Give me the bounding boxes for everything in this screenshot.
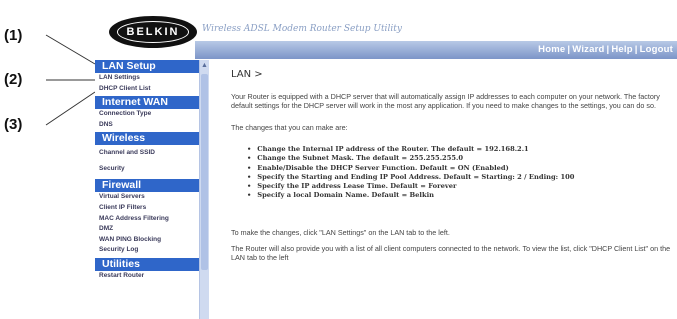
breadcrumb: LAN >: [231, 69, 263, 80]
changes-heading: The changes that you can make are:: [231, 123, 348, 132]
sidebar-item-dns[interactable]: DNS: [95, 120, 199, 131]
sidebar-item-dmz[interactable]: DMZ: [95, 224, 199, 235]
section-wireless[interactable]: Wireless: [95, 132, 199, 146]
top-nav: Home | Wizard | Help | Logout: [195, 41, 677, 59]
nav-logout[interactable]: Logout: [640, 44, 673, 55]
leader-line-1: [45, 34, 96, 65]
sidebar-item-virtual-servers[interactable]: Virtual Servers: [95, 192, 199, 203]
scroll-thumb[interactable]: [201, 74, 208, 270]
section-internet-wan[interactable]: Internet WAN: [95, 96, 199, 110]
section-utilities[interactable]: Utilities: [95, 257, 199, 271]
list-item: Change the Subnet Mask. The default = 25…: [247, 154, 677, 163]
client-list-text: The Router will also provide you with a …: [231, 243, 671, 253]
nav-wizard[interactable]: Wizard: [572, 44, 604, 55]
logo-text: BELKIN: [116, 21, 190, 43]
nav-home[interactable]: Home: [538, 44, 565, 55]
scroll-up-icon[interactable]: ▲: [200, 61, 209, 71]
sidebar-item-client-ip-filters[interactable]: Client IP Filters: [95, 203, 199, 214]
make-changes-text: To make the changes, click "LAN Settings…: [231, 227, 450, 237]
main-content: LAN > Your Router is equipped with a DHC…: [219, 62, 677, 319]
intro-text: Your Router is equipped with a DHCP serv…: [231, 92, 660, 110]
sidebar-item-lan-settings[interactable]: LAN Settings: [95, 73, 199, 84]
section-firewall[interactable]: Firewall: [95, 179, 199, 193]
client-list-text-cont: LAN tab to the left: [231, 252, 289, 262]
changes-list: Change the Internal IP address of the Ro…: [247, 145, 677, 201]
belkin-logo: BELKIN: [109, 16, 197, 48]
sidebar-item-restart-router[interactable]: Restart Router: [95, 271, 199, 282]
list-item: Specify a local Domain Name. Default = B…: [247, 191, 677, 200]
sidebar-scrollbar[interactable]: ▲: [199, 60, 209, 319]
sidebar: LAN Setup LAN Settings DHCP Client List …: [95, 60, 199, 319]
sidebar-item-security-log[interactable]: Security Log: [95, 245, 199, 256]
list-item: Enable/Disable the DHCP Server Function.…: [247, 164, 677, 173]
nav-help[interactable]: Help: [611, 44, 632, 55]
utility-title: Wireless ADSL Modem Router Setup Utility: [202, 24, 402, 34]
sidebar-item-mac-filtering[interactable]: MAC Address Filtering: [95, 214, 199, 225]
list-item: Specify the IP address Lease Time. Defau…: [247, 182, 677, 191]
router-setup-window: BELKIN Wireless ADSL Modem Router Setup …: [95, 7, 677, 319]
sidebar-item-wan-ping-blocking[interactable]: WAN PING Blocking: [95, 235, 199, 246]
sidebar-item-dhcp-client-list[interactable]: DHCP Client List: [95, 84, 199, 95]
list-item: Change the Internal IP address of the Ro…: [247, 145, 677, 154]
leader-line-3: [45, 91, 96, 126]
section-lan-setup[interactable]: LAN Setup: [95, 60, 199, 73]
sidebar-item-security[interactable]: Security: [95, 161, 199, 177]
sidebar-item-channel-ssid[interactable]: Channel and SSID: [95, 145, 199, 161]
sidebar-item-connection-type[interactable]: Connection Type: [95, 109, 199, 120]
list-item: Specify the Starting and Ending IP Pool …: [247, 173, 677, 182]
